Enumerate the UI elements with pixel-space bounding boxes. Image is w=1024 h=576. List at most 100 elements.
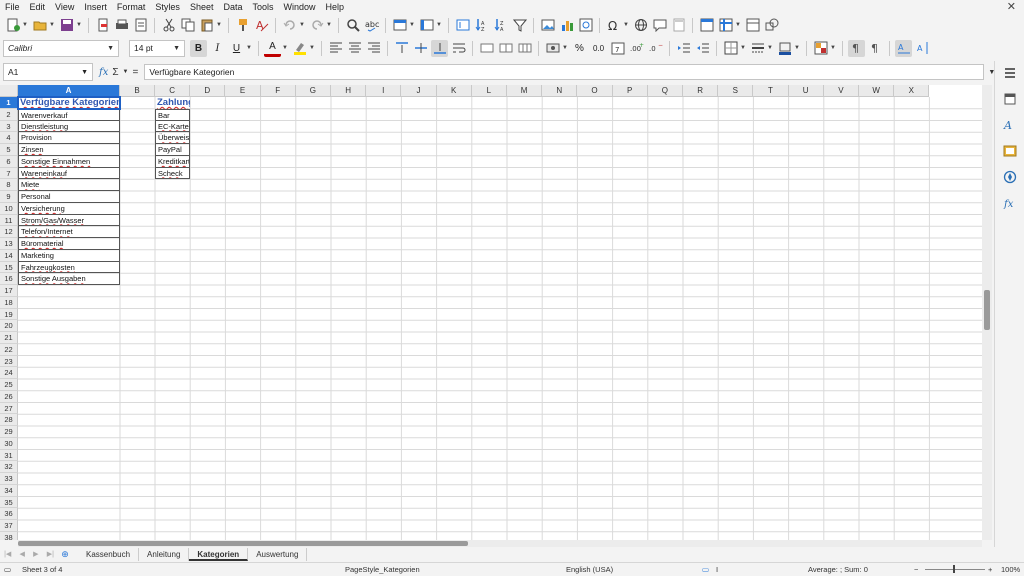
sum-icon[interactable]: Σ bbox=[112, 67, 118, 78]
column-dropdown[interactable]: ▼ bbox=[436, 17, 442, 34]
menu-window[interactable]: Window bbox=[279, 2, 321, 12]
cell-a2[interactable]: Warenverkauf bbox=[18, 108, 120, 121]
row-header[interactable]: 26 bbox=[0, 390, 18, 403]
column-header-n[interactable]: N bbox=[542, 85, 578, 97]
formula-equals-icon[interactable]: = bbox=[132, 67, 138, 78]
menu-sheet[interactable]: Sheet bbox=[185, 2, 219, 12]
menu-insert[interactable]: Insert bbox=[79, 2, 112, 12]
gallery-icon[interactable] bbox=[1002, 143, 1018, 159]
zoom-slider[interactable] bbox=[925, 569, 985, 570]
sum-dropdown[interactable]: ▼ bbox=[123, 69, 129, 75]
zoom-in-button[interactable]: + bbox=[988, 565, 992, 574]
underline-button[interactable]: U bbox=[228, 40, 245, 57]
row-dropdown[interactable]: ▼ bbox=[409, 17, 415, 34]
row-header[interactable]: 34 bbox=[0, 484, 18, 497]
column-icon[interactable] bbox=[418, 17, 435, 34]
row-header[interactable]: 37 bbox=[0, 520, 18, 532]
font-color-dropdown[interactable]: ▼ bbox=[282, 40, 288, 57]
column-header-q[interactable]: Q bbox=[647, 85, 683, 97]
row-header[interactable]: 15 bbox=[0, 261, 18, 274]
cell-a11[interactable]: Strom/Gas/Wasser bbox=[18, 214, 120, 227]
font-name-combobox[interactable]: Calibri ▼ bbox=[3, 39, 119, 57]
align-left-icon[interactable] bbox=[327, 40, 344, 57]
selection-mode-icon[interactable]: ▭ bbox=[702, 565, 709, 574]
row-header[interactable]: 6 bbox=[0, 155, 18, 168]
row-header[interactable]: 22 bbox=[0, 343, 18, 356]
column-header-j[interactable]: J bbox=[401, 85, 437, 97]
add-decimal-place-icon[interactable]: .00 + bbox=[628, 40, 645, 57]
decrease-indent-icon[interactable] bbox=[694, 40, 711, 57]
last-sheet-icon[interactable]: ▶| bbox=[47, 550, 54, 558]
column-header-i[interactable]: I bbox=[366, 85, 402, 97]
border-color-dropdown[interactable]: ▼ bbox=[794, 40, 800, 57]
sort-descending-icon[interactable]: ZA bbox=[492, 17, 509, 34]
cell-a14[interactable]: Marketing bbox=[18, 249, 120, 262]
previous-sheet-icon[interactable]: ◀ bbox=[20, 550, 25, 558]
column-header-b[interactable]: B bbox=[120, 85, 155, 97]
print-preview-icon[interactable] bbox=[132, 17, 149, 34]
column-header-t[interactable]: T bbox=[753, 85, 789, 97]
row-header[interactable]: 21 bbox=[0, 332, 18, 344]
row-header[interactable]: 9 bbox=[0, 191, 18, 203]
paste-icon[interactable] bbox=[198, 17, 215, 34]
cell-c6[interactable]: Kreditkarte bbox=[155, 155, 191, 168]
menu-file[interactable]: File bbox=[0, 2, 25, 12]
column-header-l[interactable]: L bbox=[471, 85, 507, 97]
cell-a10[interactable]: Versicherung bbox=[18, 202, 120, 215]
page-style[interactable]: PageStyle_Kategorien bbox=[345, 565, 420, 574]
cell-c1[interactable]: Zahlungsarten bbox=[155, 97, 190, 109]
font-color-button[interactable]: A bbox=[264, 40, 281, 57]
column-header-d[interactable]: D bbox=[190, 85, 226, 97]
insert-chart-icon[interactable] bbox=[558, 17, 575, 34]
row-header[interactable]: 14 bbox=[0, 249, 18, 262]
cell-a16[interactable]: Sonstige Ausgaben bbox=[18, 273, 120, 285]
cell-a7[interactable]: Wareneinkauf bbox=[18, 167, 120, 180]
hyperlink-icon[interactable] bbox=[632, 17, 649, 34]
cell-a9[interactable]: Personal bbox=[18, 191, 120, 203]
print-icon[interactable] bbox=[113, 17, 130, 34]
row-header[interactable]: 4 bbox=[0, 132, 18, 144]
special-character-icon[interactable]: Ω bbox=[605, 17, 622, 34]
column-header-u[interactable]: U bbox=[788, 85, 824, 97]
spelling-icon[interactable]: abc bbox=[363, 17, 380, 34]
column-header-o[interactable]: O bbox=[577, 85, 613, 97]
column-header-v[interactable]: V bbox=[823, 85, 859, 97]
menu-view[interactable]: View bbox=[50, 2, 79, 12]
column-header-k[interactable]: K bbox=[436, 85, 472, 97]
row-header[interactable]: 23 bbox=[0, 355, 18, 368]
row-header[interactable]: 28 bbox=[0, 414, 18, 426]
headers-footers-icon[interactable] bbox=[670, 17, 687, 34]
row-header[interactable]: 25 bbox=[0, 379, 18, 391]
redo-dropdown[interactable]: ▼ bbox=[326, 17, 332, 34]
comment-icon[interactable] bbox=[651, 17, 668, 34]
cell-a4[interactable]: Provision bbox=[18, 132, 120, 144]
split-window-icon[interactable] bbox=[744, 17, 761, 34]
row-header[interactable]: 2 bbox=[0, 108, 18, 121]
menu-help[interactable]: Help bbox=[321, 2, 350, 12]
row-header[interactable]: 17 bbox=[0, 285, 18, 297]
cell-a1[interactable]: Verfügbare Kategorien bbox=[18, 97, 120, 109]
sort-ascending-icon[interactable]: AZ bbox=[473, 17, 490, 34]
wrap-text-icon[interactable] bbox=[450, 40, 467, 57]
vertical-scrollbar[interactable] bbox=[982, 85, 992, 540]
unmerge-cells-icon[interactable] bbox=[516, 40, 533, 57]
align-bottom-icon[interactable] bbox=[431, 39, 448, 57]
align-right-icon[interactable] bbox=[365, 40, 382, 57]
row-header[interactable]: 3 bbox=[0, 120, 18, 133]
cell-c7[interactable]: Scheck bbox=[155, 167, 191, 180]
text-direction-horizontal-icon[interactable]: A bbox=[895, 39, 912, 57]
undo-dropdown[interactable]: ▼ bbox=[299, 17, 305, 34]
left-to-right-icon[interactable]: ¶ bbox=[848, 39, 865, 57]
borders-dropdown[interactable]: ▼ bbox=[740, 40, 746, 57]
column-header-e[interactable]: E bbox=[225, 85, 261, 97]
highlighting-color-icon[interactable] bbox=[291, 40, 308, 57]
paste-dropdown[interactable]: ▼ bbox=[216, 17, 222, 34]
row-header[interactable]: 31 bbox=[0, 449, 18, 462]
currency-format-icon[interactable] bbox=[544, 40, 561, 57]
new-document-icon[interactable] bbox=[4, 17, 21, 34]
cell-c5[interactable]: PayPal bbox=[155, 144, 191, 156]
conditional-format-icon[interactable] bbox=[812, 40, 829, 57]
menu-tools[interactable]: Tools bbox=[247, 2, 278, 12]
column-header-m[interactable]: M bbox=[507, 85, 543, 97]
column-header-h[interactable]: H bbox=[331, 85, 367, 97]
